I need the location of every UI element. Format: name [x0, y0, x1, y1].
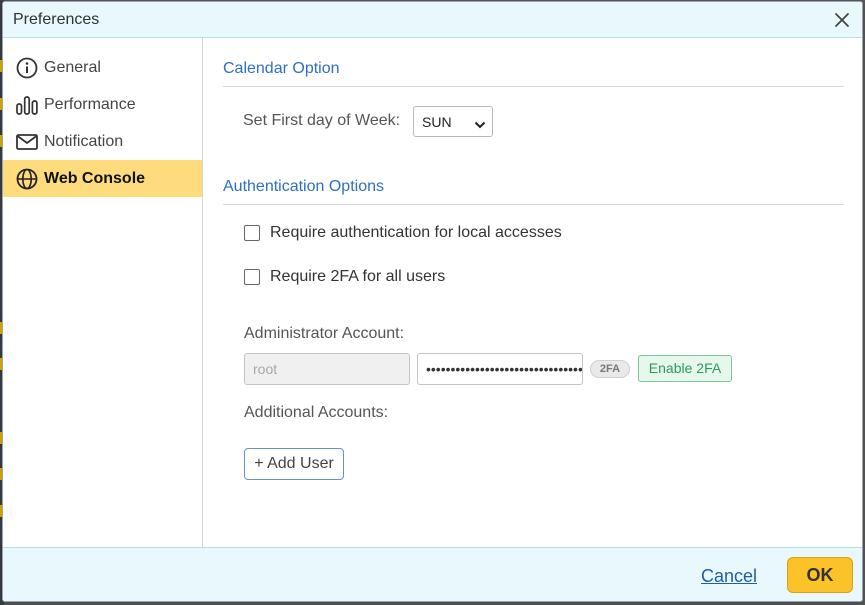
- sidebar-item-label: General: [44, 59, 101, 76]
- local-access-checkbox[interactable]: [244, 225, 260, 241]
- sidebar-item-performance[interactable]: Performance: [3, 86, 202, 123]
- additional-accounts-label: Additional Accounts:: [244, 404, 389, 421]
- cancel-button[interactable]: Cancel: [701, 566, 757, 587]
- close-icon[interactable]: [832, 10, 852, 30]
- section-divider: [223, 204, 844, 205]
- admin-account-label: Administrator Account:: [244, 325, 405, 342]
- preferences-sidebar: General Performance Notification Web Con…: [3, 38, 203, 547]
- admin-username-field[interactable]: root: [244, 353, 410, 385]
- sidebar-item-label: Performance: [44, 96, 136, 113]
- admin-password-field[interactable]: ••••••••••••••••••••••••••••••••: [417, 353, 583, 385]
- sidebar-item-label: Notification: [44, 133, 124, 150]
- section-divider: [223, 86, 844, 87]
- enable-2fa-button[interactable]: Enable 2FA: [638, 355, 732, 382]
- twofa-all-checkbox[interactable]: [244, 269, 260, 285]
- twofa-badge: 2FA: [590, 360, 630, 378]
- ok-button[interactable]: OK: [787, 557, 853, 593]
- first-day-value: SUN: [422, 114, 452, 130]
- auth-section-title: Authentication Options: [223, 178, 384, 195]
- calendar-section-title: Calendar Option: [223, 60, 340, 77]
- twofa-all-label: Require 2FA for all users: [270, 268, 446, 285]
- dialog-titlebar: Preferences: [3, 2, 862, 38]
- sidebar-item-notification[interactable]: Notification: [3, 123, 202, 160]
- preferences-dialog: Preferences General Performance Notifica…: [2, 1, 863, 602]
- chevron-down-icon: [474, 117, 486, 129]
- envelope-icon: [15, 130, 39, 154]
- dialog-footer: Cancel OK: [3, 547, 862, 601]
- add-user-button[interactable]: + Add User: [244, 448, 344, 480]
- web-console-panel: Calendar Option Set First day of Week: S…: [204, 38, 862, 547]
- globe-icon: [15, 167, 39, 191]
- sidebar-item-general[interactable]: General: [3, 49, 202, 86]
- bar-chart-icon: [15, 93, 39, 117]
- first-day-select[interactable]: SUN: [413, 106, 493, 137]
- dialog-title: Preferences: [13, 11, 100, 28]
- sidebar-item-label: Web Console: [44, 170, 146, 187]
- info-icon: [15, 56, 39, 80]
- first-day-label: Set First day of Week:: [243, 112, 401, 129]
- local-access-label: Require authentication for local accesse…: [270, 224, 562, 241]
- sidebar-item-web-console[interactable]: Web Console: [3, 160, 202, 197]
